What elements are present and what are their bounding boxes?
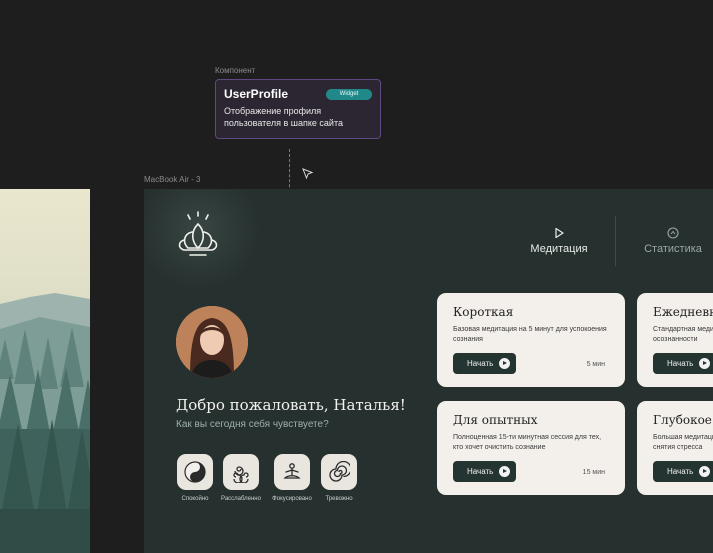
start-button[interactable]: Начать [653, 353, 713, 374]
card-title: Короткая [453, 305, 514, 319]
meditation-card[interactable]: Ежедневн Стандартная меди осознанности Н… [637, 293, 713, 387]
nav-stats[interactable]: Статистика [640, 227, 706, 255]
component-badge: Widget [326, 89, 372, 100]
play-icon [699, 358, 710, 369]
play-icon [499, 466, 510, 477]
component-annotation-card[interactable]: UserProfile Widget Отображение профиля п… [215, 79, 381, 139]
nav-meditation-label: Медитация [530, 243, 588, 255]
nav-meditation[interactable]: Медитация [526, 227, 592, 255]
yin-yang-icon [184, 461, 206, 483]
play-icon [555, 227, 564, 239]
start-button[interactable]: Начать [453, 461, 516, 482]
mood-label: Тревожно [325, 496, 353, 502]
meditation-card[interactable]: Короткая Базовая медитация на 5 минут дл… [437, 293, 625, 387]
nav-stats-label: Статистика [644, 243, 702, 255]
card-title: Для опытных [453, 413, 538, 427]
macbook-frame: Медитация Статистика Добро пожаловать, Н… [144, 189, 713, 553]
meditation-card[interactable]: Глубокое Большая медитаци снятия стресса… [637, 401, 713, 495]
mood-label: Расслабленно [221, 496, 261, 502]
card-title: Глубокое [653, 413, 712, 427]
meditating-person-icon [283, 463, 301, 479]
component-label: Компонент [215, 66, 256, 75]
card-description: Полноценная 15-ти минутная сессия для те… [453, 434, 602, 451]
mood-anxious[interactable]: Тревожно [311, 454, 367, 502]
stats-icon [667, 227, 679, 239]
mood-question: Как вы сегодня себя чувствуете? [176, 419, 329, 430]
component-description: Отображение профиля пользователя в шапке… [224, 106, 343, 128]
play-icon [699, 466, 710, 477]
card-duration: 5 мин [586, 361, 605, 368]
card-title: Ежедневн [653, 305, 713, 319]
lotus-logo-icon[interactable] [176, 210, 220, 260]
welcome-heading: Добро пожаловать, Наталья! [176, 396, 406, 414]
meditation-card[interactable]: Для опытных Полноценная 15-ти минутная с… [437, 401, 625, 495]
avatar[interactable] [176, 306, 248, 378]
card-description: Большая медитаци снятия стресса [653, 434, 713, 451]
nav-divider [615, 216, 616, 266]
frame-label[interactable]: MacBook Air - 3 [144, 175, 200, 184]
card-description: Стандартная меди осознанности [653, 326, 713, 343]
start-button[interactable]: Начать [653, 461, 713, 482]
card-description: Базовая медитация на 5 минут для успокое… [453, 326, 607, 343]
forest-image [0, 189, 90, 553]
start-button[interactable]: Начать [453, 353, 516, 374]
card-duration: 15 мин [582, 469, 605, 476]
mood-relaxed[interactable]: Расслабленно [213, 454, 269, 502]
spirals-icon [233, 466, 249, 483]
spiral-icon [329, 461, 350, 482]
cursor-icon [302, 168, 314, 180]
play-icon [499, 358, 510, 369]
